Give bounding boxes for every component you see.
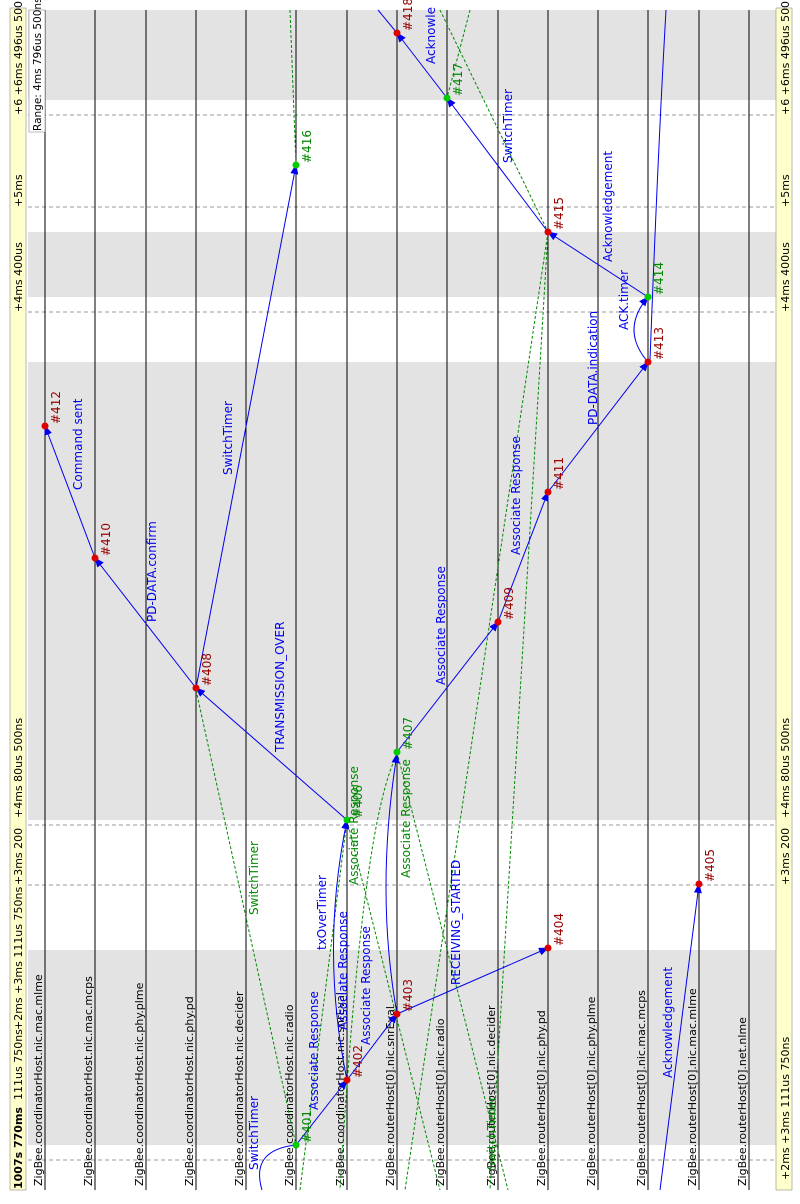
message-label: Associate Response [434,566,448,685]
ruler-tick-label: +4ms 400us [12,242,25,312]
ruler-label-top: 1007s 770ms [12,1107,25,1189]
axis-label[interactable]: ZigBee.routerHost[0].nic.mac.mcps [635,990,648,1186]
event-marker[interactable] [544,488,552,496]
message-label: RECEIVING_STARTED [449,860,463,985]
message-label: SwitchTimer [247,1096,261,1170]
ruler-tick-label: +4ms 80us 500ns [12,718,25,818]
event-marker[interactable] [91,554,99,562]
event-marker[interactable] [695,880,703,888]
range-label: Range: 4ms 796us 500ns [32,0,44,131]
axis-label[interactable]: ZigBee.routerHost[0].net.nlme [736,1017,749,1186]
ruler-tick-label: +5ms [12,174,25,207]
axis-label[interactable]: ZigBee.routerHost[0].nic.phy.pd [535,1010,548,1186]
event-marker[interactable] [544,228,552,236]
event-label: #412 [49,391,63,424]
message-label: TRANSMISSION_OVER [273,622,287,753]
axis-label[interactable]: ZigBee.routerHost[0].nic.phy.plme [585,996,598,1186]
event-label: #415 [552,197,566,230]
axis-label[interactable]: ZigBee.coordinatorHost.nic.phy.plme [133,982,146,1186]
event-marker[interactable] [393,748,401,756]
message-label: Associate Response [359,926,373,1045]
event-label: #416 [300,130,314,163]
message-label: Acknowledgement [661,967,675,1078]
sequence-chart-canvas: 1007s 770ms 111us 750ns +2ms +3ms 111us … [9,0,793,1191]
axis-label[interactable]: ZigBee.routerHost[0].nic.radio [434,1018,447,1186]
event-label: #409 [502,587,516,620]
message-label: PD-DATA.confirm [145,521,159,622]
message-label: SwitchTimer [485,1096,499,1170]
message-label: Associate Response [336,911,350,1030]
event-label: #401 [300,1110,314,1143]
event-marker[interactable] [393,1010,401,1018]
event-label: #414 [652,262,666,295]
event-label: #413 [652,327,666,360]
event-label: #408 [200,653,214,686]
event-label: #402 [351,1045,365,1078]
event-marker[interactable] [41,422,49,430]
axis-label[interactable]: ZigBee.coordinatorHost.nic.mac.mcps [82,976,95,1186]
message-arrow[interactable] [633,296,649,363]
message-label: Associate Response [307,991,321,1110]
axis-label[interactable]: ZigBee.routerHost[0].nic.snrEval [384,1006,397,1186]
event-label: #403 [401,979,415,1012]
event-label: #417 [451,63,465,96]
range-label-box: Range: 4ms 796us 500ns [28,0,46,133]
event-label: #407 [401,717,415,750]
axis-label[interactable]: ZigBee.coordinatorHost.nic.decider [233,991,246,1186]
ruler-tick-label: +6 +6ms 496us 500ns [779,0,792,115]
message-label: Command sent [71,398,85,490]
message-label: Acknowle [424,7,438,64]
left-ruler[interactable]: 1007s 770ms 111us 750ns +2ms +3ms 111us … [9,0,27,1191]
event-marker[interactable] [644,293,652,301]
event-marker[interactable] [192,684,200,692]
ruler-tick-label: +2ms +3ms 111us 750ns [12,887,25,1030]
sequence-chart: 1007s 770ms 111us 750ns +2ms +3ms 111us … [0,0,800,1200]
axis-label[interactable]: ZigBee.coordinatorHost.nic.mac.mlme [32,974,45,1186]
event-label: #405 [703,849,717,882]
event-label: #404 [552,913,566,946]
message-label: Acknowledgement [601,151,615,262]
event-marker[interactable] [393,29,401,37]
message-label: SwitchTimer [501,89,515,163]
message-label: PD-DATA.indication [586,311,600,425]
message-label: SwitchTimer [221,401,235,475]
ruler-tick-label: +5ms [779,174,792,207]
event-label: #411 [552,457,566,490]
message-label: Associate Response [509,436,523,555]
axis-label[interactable]: ZigBee.routerHost[0].nic.mac.mlme [686,988,699,1186]
ruler-tick-label: +6 +6ms 496us 500ns [12,0,25,115]
ruler-tick-label: +3ms 200 [12,828,25,885]
ruler-tick-label: +3ms 200 [779,828,792,885]
event-marker[interactable] [292,1141,300,1149]
ruler-tick-label: +4ms 80us 500ns [779,718,792,818]
ruler-tick-label: +4ms 400us [779,242,792,312]
axis-label[interactable]: ZigBee.coordinatorHost.nic.phy.pd [183,996,196,1186]
event-label: #410 [99,523,113,556]
event-marker[interactable] [644,358,652,366]
event-marker[interactable] [544,944,552,952]
ruler-tick-label: +2ms +3ms 111us 750ns [779,1037,792,1180]
message-label: Associate Response [347,766,361,885]
event-label: #418 [401,0,415,31]
message-label: SwitchTimer [247,841,261,915]
event-marker[interactable] [292,161,300,169]
right-ruler[interactable]: +2ms +3ms 111us 750ns +3ms 200 +4ms 80us… [775,0,793,1191]
time-band [28,362,776,820]
event-marker[interactable] [494,618,502,626]
ruler-label-offset: 111us 750ns [12,1029,25,1100]
event-marker[interactable] [343,1076,351,1084]
axis-label[interactable]: ZigBee.coordinatorHost.nic.radio [283,1004,296,1186]
message-label: Associate Response [399,759,413,878]
message-label: ACK.timer [617,270,631,330]
event-marker[interactable] [443,94,451,102]
message-label: txOverTimer [315,875,329,950]
